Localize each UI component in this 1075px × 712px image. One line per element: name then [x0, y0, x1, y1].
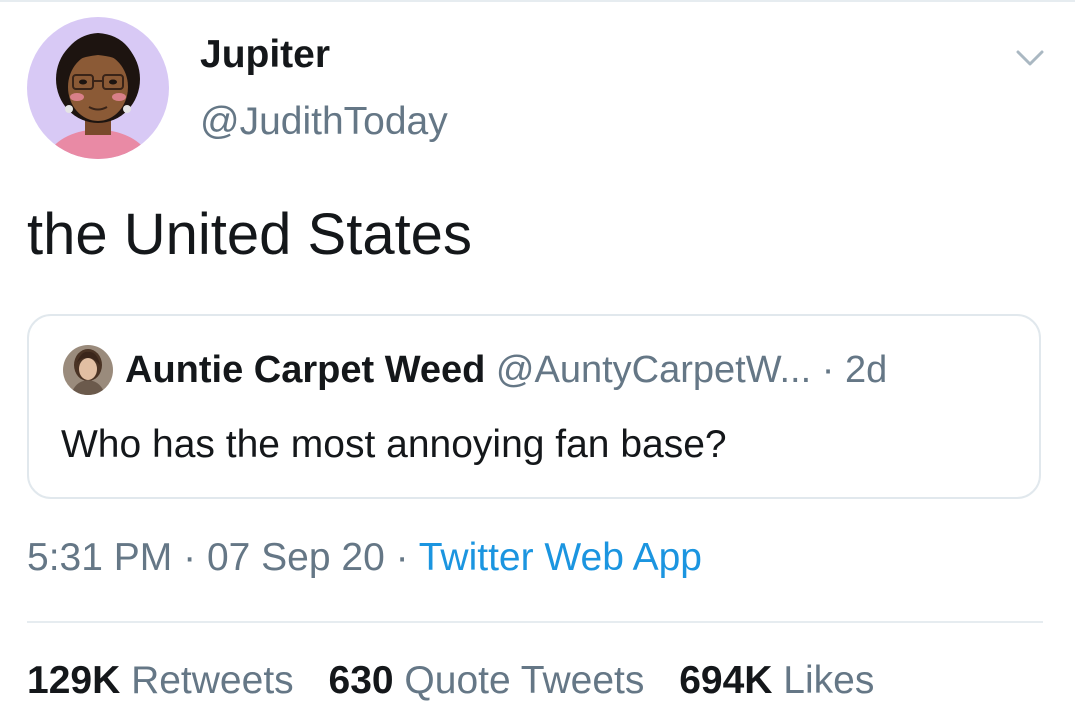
- tweet-date[interactable]: 07 Sep 20: [207, 536, 385, 579]
- tweet-time[interactable]: 5:31 PM: [27, 536, 172, 579]
- user-handle[interactable]: @JudithToday: [200, 97, 448, 147]
- likes-label: Likes: [783, 659, 875, 702]
- retweets-count: 129K: [27, 659, 121, 702]
- top-border: [0, 0, 1075, 2]
- meta-separator: ·: [183, 536, 197, 579]
- quote-avatar[interactable]: [63, 345, 113, 395]
- cartoon-avatar-icon: [27, 17, 169, 159]
- tweet-meta: 5:31 PM · 07 Sep 20 · Twitter Web App: [27, 533, 702, 583]
- divider: [27, 621, 1043, 623]
- likes-count: 694K: [679, 659, 773, 702]
- quote-display-name[interactable]: Auntie Carpet Weed: [125, 349, 485, 391]
- display-name[interactable]: Jupiter: [200, 30, 330, 80]
- quote-separator: ·: [821, 349, 835, 391]
- likes-stat[interactable]: 694K Likes: [679, 659, 874, 702]
- retweets-stat[interactable]: 129K Retweets: [27, 659, 294, 702]
- quote-text: Who has the most annoying fan base?: [61, 423, 727, 466]
- avatar[interactable]: [27, 17, 169, 159]
- tweet-stats: 129K Retweets 630 Quote Tweets 694K Like…: [27, 656, 898, 706]
- quote-tweets-label: Quote Tweets: [404, 659, 645, 702]
- tweet-text: the United States: [27, 202, 472, 267]
- meta-separator: ·: [395, 536, 409, 579]
- retweets-label: Retweets: [131, 659, 294, 702]
- quote-timestamp[interactable]: 2d: [845, 349, 887, 391]
- quote-handle[interactable]: @AuntyCarpetW...: [496, 349, 811, 391]
- quote-tweets-stat[interactable]: 630 Quote Tweets: [329, 659, 645, 702]
- chevron-down-icon[interactable]: [1012, 40, 1048, 76]
- tweet-source-link[interactable]: Twitter Web App: [419, 536, 702, 579]
- quote-header: Auntie Carpet Weed @AuntyCarpetW... · 2d: [125, 346, 887, 394]
- photo-avatar-icon: [63, 345, 113, 395]
- quote-tweets-count: 630: [328, 659, 394, 702]
- quote-tweet-card[interactable]: Auntie Carpet Weed @AuntyCarpetW... · 2d…: [27, 314, 1041, 499]
